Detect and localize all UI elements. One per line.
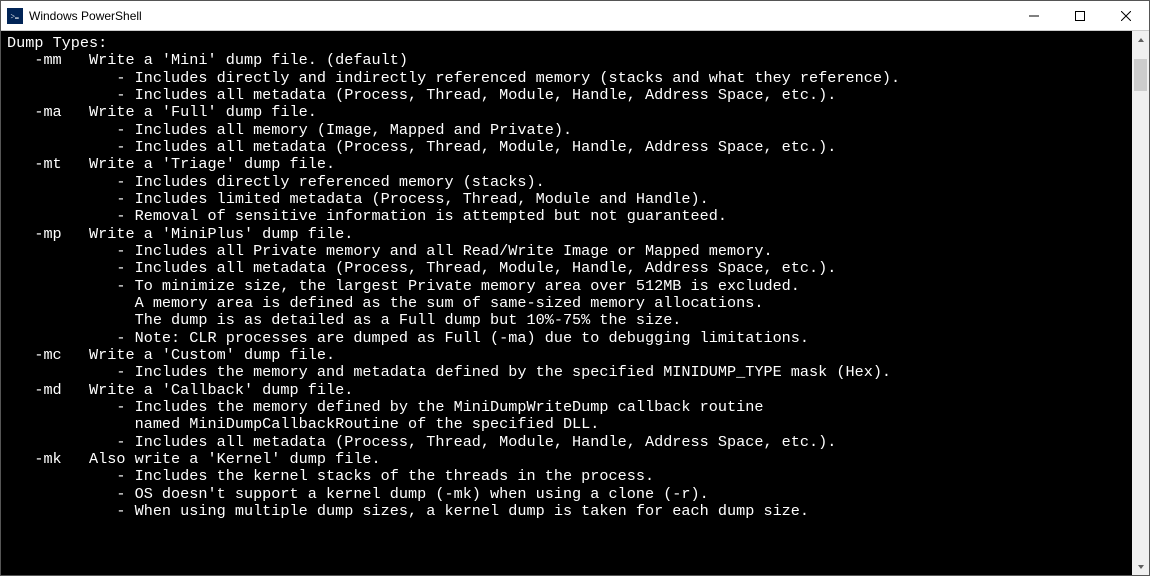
vertical-scrollbar[interactable] [1132, 31, 1149, 575]
option-detail-line: - Includes all metadata (Process, Thread… [7, 139, 1126, 156]
minimize-button[interactable] [1011, 1, 1057, 30]
option-flag: -mk [7, 451, 89, 468]
dump-option: -mpWrite a 'MiniPlus' dump file. [7, 226, 1126, 243]
option-detail-line: - Removal of sensitive information is at… [7, 208, 1126, 225]
option-description: Write a 'Mini' dump file. (default) [89, 52, 408, 69]
option-description: Write a 'Full' dump file. [89, 104, 317, 121]
option-detail-line: - Includes all memory (Image, Mapped and… [7, 122, 1126, 139]
option-description: Write a 'Custom' dump file. [89, 347, 335, 364]
option-description: Write a 'Triage' dump file. [89, 156, 335, 173]
option-description: Write a 'Callback' dump file. [89, 382, 353, 399]
option-detail-line: - Includes the kernel stacks of the thre… [7, 468, 1126, 485]
powershell-icon: > [7, 8, 23, 24]
option-detail-line: - OS doesn't support a kernel dump (-mk)… [7, 486, 1126, 503]
window-title: Windows PowerShell [29, 9, 1011, 23]
option-detail-line: - Includes the memory defined by the Min… [7, 399, 1126, 416]
maximize-button[interactable] [1057, 1, 1103, 30]
scroll-down-button[interactable] [1132, 558, 1149, 575]
scrollbar-thumb[interactable] [1134, 59, 1147, 91]
option-flag: -mt [7, 156, 89, 173]
option-detail-line: - Includes all metadata (Process, Thread… [7, 434, 1126, 451]
option-detail-line: - Includes the memory and metadata defin… [7, 364, 1126, 381]
dump-option: -mdWrite a 'Callback' dump file. [7, 382, 1126, 399]
console-area: Dump Types:-mmWrite a 'Mini' dump file. … [1, 31, 1149, 575]
powershell-window: > Windows PowerShell Dump Types:-mmWrite… [0, 0, 1150, 576]
dump-option: -mmWrite a 'Mini' dump file. (default) [7, 52, 1126, 69]
option-detail-line: - Includes all Private memory and all Re… [7, 243, 1126, 260]
option-flag: -ma [7, 104, 89, 121]
dump-option: -mkAlso write a 'Kernel' dump file. [7, 451, 1126, 468]
option-detail-line: - To minimize size, the largest Private … [7, 278, 1126, 295]
option-flag: -mc [7, 347, 89, 364]
dump-option: -mtWrite a 'Triage' dump file. [7, 156, 1126, 173]
option-detail-line: - When using multiple dump sizes, a kern… [7, 503, 1126, 520]
option-detail-line: - Includes directly and indirectly refer… [7, 70, 1126, 87]
titlebar[interactable]: > Windows PowerShell [1, 1, 1149, 31]
scroll-up-button[interactable] [1132, 31, 1149, 48]
window-controls [1011, 1, 1149, 30]
option-flag: -mp [7, 226, 89, 243]
option-flag: -mm [7, 52, 89, 69]
option-detail-line: - Note: CLR processes are dumped as Full… [7, 330, 1126, 347]
dump-option: -maWrite a 'Full' dump file. [7, 104, 1126, 121]
option-detail-line: - Includes all metadata (Process, Thread… [7, 87, 1126, 104]
close-button[interactable] [1103, 1, 1149, 30]
option-flag: -md [7, 382, 89, 399]
option-description: Write a 'MiniPlus' dump file. [89, 226, 353, 243]
option-detail-line: - Includes directly referenced memory (s… [7, 174, 1126, 191]
svg-text:>: > [11, 12, 16, 21]
option-detail-line: - Includes limited metadata (Process, Th… [7, 191, 1126, 208]
option-detail-line: A memory area is defined as the sum of s… [7, 295, 1126, 312]
console-output[interactable]: Dump Types:-mmWrite a 'Mini' dump file. … [1, 31, 1132, 575]
dump-option: -mcWrite a 'Custom' dump file. [7, 347, 1126, 364]
dump-types-header: Dump Types: [7, 35, 1126, 52]
option-detail-line: The dump is as detailed as a Full dump b… [7, 312, 1126, 329]
option-detail-line: named MiniDumpCallbackRoutine of the spe… [7, 416, 1126, 433]
option-detail-line: - Includes all metadata (Process, Thread… [7, 260, 1126, 277]
option-description: Also write a 'Kernel' dump file. [89, 451, 381, 468]
